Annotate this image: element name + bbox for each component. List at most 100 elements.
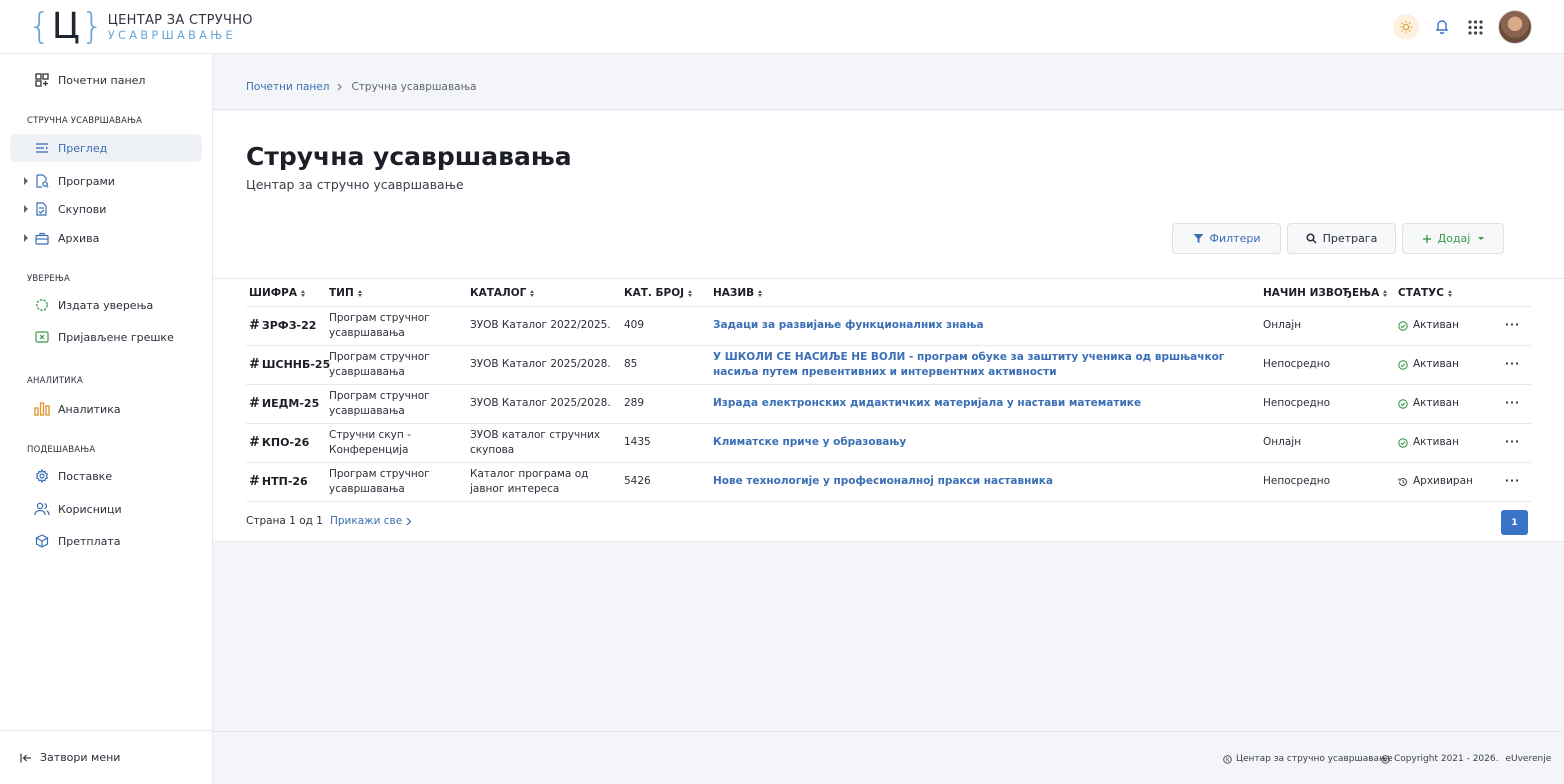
bell-icon [1435, 20, 1449, 35]
pagination-summary: Страна 1 од 1 [246, 515, 323, 527]
funnel-icon [1193, 234, 1204, 243]
column-header-code[interactable]: ШИФРА [249, 287, 305, 299]
type-cell: Програм стручног усавршавања [329, 389, 430, 417]
row-actions-button[interactable]: ··· [1505, 384, 1520, 423]
check-circle-icon [1398, 359, 1408, 370]
close-menu-button[interactable]: Затвори мени [20, 751, 120, 764]
plus-icon [1422, 234, 1431, 243]
name-link[interactable]: Задаци за развијање функционалних знања [713, 306, 1253, 345]
add-button[interactable]: Додај [1402, 223, 1504, 254]
section-label-trainings: СТРУЧНА УСАВРШАВАЊА [27, 116, 143, 126]
sidebar-item-users[interactable]: Корисници [10, 495, 202, 523]
code-value: ИЕДМ-25 [261, 397, 320, 410]
document-search-icon [34, 173, 50, 189]
filters-button[interactable]: Филтери [1172, 223, 1281, 254]
sidebar-item-label: Издата уверења [58, 298, 154, 312]
name-link[interactable]: У ШКОЛИ СЕ НАСИЉЕ НЕ ВОЛИ - програм обук… [713, 345, 1253, 384]
sidebar-item-dashboard[interactable]: Почетни панел [10, 66, 202, 94]
breadcrumb-home-link[interactable]: Почетни панел [246, 81, 329, 93]
cat-num-cell: 1435 [624, 436, 651, 448]
table-row: # ИЕДМ-25 Програм стручног усавршавања ЗУ… [213, 384, 1564, 423]
page-subtitle: Центар за стручно усавршавање [246, 177, 464, 192]
catalog-cell: Каталог програма од јавног интереса [470, 467, 589, 495]
copyright-icon [1381, 754, 1390, 764]
sidebar-item-archive[interactable]: Архива [10, 224, 202, 252]
sidebar-item-overview[interactable]: Преглед [10, 134, 202, 162]
apps-grid-button[interactable] [1465, 17, 1485, 37]
hash-icon: # [249, 357, 260, 372]
logo-line1: ЦЕНТАР ЗА СТРУЧНО [107, 12, 253, 28]
row-actions-button[interactable]: ··· [1505, 345, 1520, 384]
footer: R Центар за стручно усавршавање Copyrigh… [213, 731, 1564, 784]
svg-text:R: R [1226, 757, 1230, 763]
dashboard-icon [34, 72, 50, 88]
search-button[interactable]: Претрага [1287, 223, 1396, 254]
registered-icon: R [1223, 754, 1232, 764]
sort-icon [1447, 289, 1452, 297]
column-header-type[interactable]: ТИП [329, 287, 362, 299]
breadcrumb-current: Стручна усавршавања [351, 81, 477, 93]
add-label: Додај [1437, 232, 1471, 245]
mode-cell: Онлајн [1263, 319, 1302, 331]
column-header-label: КАТ. БРОЈ [624, 287, 685, 299]
catalog-cell: ЗУОВ Каталог 2025/2028. [470, 397, 611, 409]
footer-org-label: Центар за стручно усавршавање [1236, 754, 1393, 764]
column-header-name[interactable]: НАЗИВ [713, 287, 763, 299]
code-cell: # КПО-26 [249, 423, 309, 462]
section-label-certificates: УВЕРЕЊА [27, 274, 70, 284]
table-row: # ЗРФЗ-22 Програм стручног усавршавања ЗУ… [213, 306, 1564, 345]
sidebar-item-subscription[interactable]: Претплата [10, 527, 202, 555]
sidebar-item-issued[interactable]: Издата уверења [10, 291, 202, 319]
logo-line2: УСАВРШАВАЊЕ [107, 27, 236, 42]
hash-icon: # [249, 396, 260, 411]
logo-letter: Ц [51, 6, 80, 47]
box-icon [34, 533, 50, 549]
name-link[interactable]: Нове технологије у професионалној пракси… [713, 462, 1253, 501]
footer-copyright: Copyright 2021 - 2026. eUverenje [1381, 754, 1551, 764]
column-header-label: НАЧИН ИЗВОЂЕЊА [1263, 287, 1380, 299]
sidebar-item-programs[interactable]: Програми [10, 167, 202, 195]
sidebar-item-settings[interactable]: Поставке [10, 462, 202, 490]
code-cell: # ИЕДМ-25 [249, 384, 319, 423]
sidebar-item-analytics[interactable]: Аналитика [10, 395, 202, 423]
history-icon [1398, 477, 1407, 486]
user-avatar[interactable] [1498, 10, 1532, 44]
status-badge: Активан [1398, 345, 1459, 384]
theme-toggle-button[interactable] [1393, 14, 1419, 40]
sidebar-item-label: Преглед [58, 141, 108, 155]
check-circle-icon [1398, 320, 1408, 331]
row-actions-button[interactable]: ··· [1505, 306, 1520, 345]
catalog-cell: ЗУОВ Каталог 2022/2025. [470, 319, 611, 331]
logo[interactable]: { Ц } ЦЕНТАР ЗА СТРУЧНО УСАВРШАВАЊЕ [28, 8, 253, 46]
sort-icon [301, 289, 305, 297]
bar-chart-icon [34, 401, 50, 417]
top-header: { Ц } ЦЕНТАР ЗА СТРУЧНО УСАВРШАВАЊЕ [0, 0, 1564, 54]
name-link[interactable]: Климатске приче у образовању [713, 423, 1253, 462]
row-actions-button[interactable]: ··· [1505, 462, 1520, 501]
collapse-left-icon [20, 753, 31, 762]
type-cell: Програм стручног усавршавања [329, 311, 430, 339]
hash-icon: # [249, 435, 260, 450]
breadcrumb-bar: Почетни панел Стручна усавршавања [213, 54, 1564, 110]
column-header-label: КАТАЛОГ [470, 287, 527, 299]
show-all-link[interactable]: Прикажи све [330, 515, 412, 527]
column-header-cat-num[interactable]: КАТ. БРОЈ [624, 287, 693, 299]
column-header-status[interactable]: СТАТУС [1398, 287, 1452, 299]
row-actions-button[interactable]: ··· [1505, 423, 1520, 462]
brand-link[interactable]: eUverenje [1505, 754, 1551, 764]
sidebar-item-label: Програми [58, 174, 115, 188]
sidebar-item-gatherings[interactable]: Скупови [10, 195, 202, 223]
sidebar-item-reported-errors[interactable]: Пријављене грешке [10, 323, 202, 351]
column-header-mode[interactable]: НАЧИН ИЗВОЂЕЊА [1263, 287, 1388, 299]
sidebar-item-label: Претплата [58, 534, 121, 548]
page-1-button[interactable]: 1 [1501, 510, 1528, 535]
column-header-catalog[interactable]: КАТАЛОГ [470, 287, 535, 299]
name-link[interactable]: Израда електронских дидактичких материја… [713, 384, 1253, 423]
sidebar-item-label: Поставке [58, 469, 113, 483]
sidebar-item-label: Скупови [58, 202, 107, 216]
table-top-border [213, 278, 1564, 279]
error-card-icon [34, 329, 50, 345]
footer-org[interactable]: R Центар за стручно усавршавање [1223, 754, 1393, 764]
notifications-button[interactable] [1432, 17, 1452, 37]
code-value: ШСННБ-25 [261, 358, 331, 371]
